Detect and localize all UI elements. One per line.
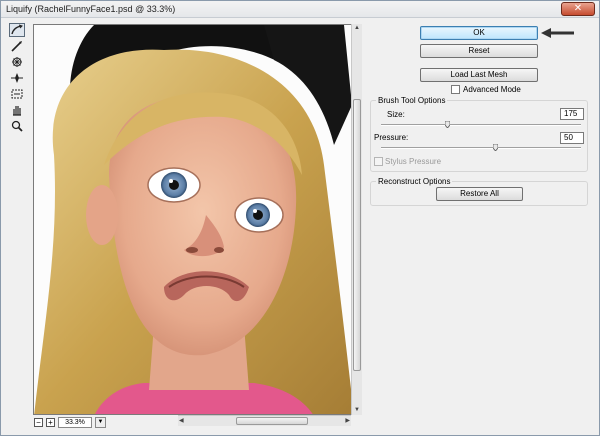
forward-warp-tool-icon[interactable]	[9, 23, 25, 37]
zoom-in-button[interactable]: +	[46, 417, 55, 427]
bloat-tool-icon[interactable]	[9, 71, 25, 85]
horizontal-scroll-thumb[interactable]	[236, 417, 308, 425]
shift-pixels-tool-icon[interactable]	[9, 87, 25, 101]
arrow-pointer-icon	[541, 28, 574, 38]
stylus-pressure-label: Stylus Pressure	[385, 157, 442, 166]
brush-tool-options-title: Brush Tool Options	[376, 96, 448, 105]
reset-button[interactable]: Reset	[420, 44, 538, 58]
liquify-dialog: Liquify (RachelFunnyFace1.psd @ 33.3%) ✕	[0, 0, 600, 436]
pressure-slider-track[interactable]	[381, 147, 581, 149]
hand-tool-icon[interactable]	[9, 103, 25, 117]
preview-canvas[interactable]	[33, 24, 362, 415]
vertical-scroll-thumb[interactable]	[353, 99, 361, 371]
zoom-tool-icon[interactable]	[9, 119, 25, 133]
close-button[interactable]: ✕	[561, 2, 595, 16]
scroll-left-icon[interactable]: ◀	[179, 417, 184, 424]
reconstruct-tool-icon[interactable]	[9, 39, 25, 53]
window-title: Liquify (RachelFunnyFace1.psd @ 33.3%)	[6, 4, 176, 14]
size-input[interactable]: 175	[560, 108, 584, 120]
tool-palette	[9, 23, 27, 133]
title-bar: Liquify (RachelFunnyFace1.psd @ 33.3%) ✕	[1, 1, 599, 18]
pucker-tool-icon[interactable]	[9, 55, 25, 69]
size-label: Size:	[387, 110, 405, 119]
preview-vertical-scrollbar[interactable]: ▲ ▼	[351, 24, 362, 415]
zoom-out-button[interactable]: −	[34, 417, 43, 427]
restore-all-button[interactable]: Restore All	[436, 187, 523, 201]
zoom-value[interactable]: 33.3%	[58, 416, 92, 428]
zoom-dropdown-icon[interactable]: ▼	[95, 416, 106, 428]
preview-horizontal-scrollbar[interactable]: ◀ ▶	[178, 415, 351, 426]
size-slider-thumb-icon[interactable]	[445, 121, 450, 128]
scroll-down-icon[interactable]: ▼	[354, 407, 360, 413]
stylus-pressure-checkbox[interactable]	[374, 157, 383, 166]
load-last-mesh-button[interactable]: Load Last Mesh	[420, 68, 538, 82]
pressure-label: Pressure:	[374, 133, 409, 142]
scroll-up-icon[interactable]: ▲	[354, 25, 360, 31]
ok-button[interactable]: OK	[420, 26, 538, 40]
pressure-slider-thumb-icon[interactable]	[493, 144, 498, 151]
photo-image	[34, 25, 361, 414]
advanced-mode-label: Advanced Mode	[463, 85, 521, 94]
scroll-right-icon[interactable]: ▶	[345, 417, 350, 424]
advanced-mode-checkbox[interactable]	[451, 85, 460, 94]
reconstruct-options-title: Reconstruct Options	[376, 177, 453, 186]
pressure-input[interactable]: 50	[560, 132, 584, 144]
zoom-controls: − + 33.3% ▼	[34, 416, 106, 428]
size-slider-track[interactable]	[381, 124, 581, 126]
